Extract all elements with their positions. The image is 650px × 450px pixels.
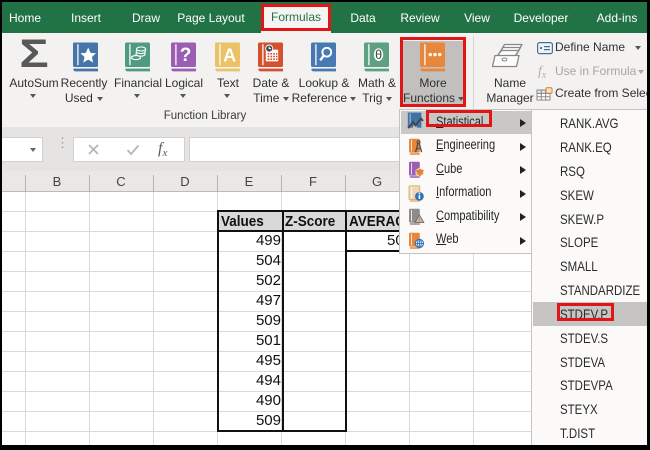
svg-text:?: ? xyxy=(180,45,192,66)
svg-text:A: A xyxy=(223,45,236,65)
svg-text:θ: θ xyxy=(375,48,382,62)
